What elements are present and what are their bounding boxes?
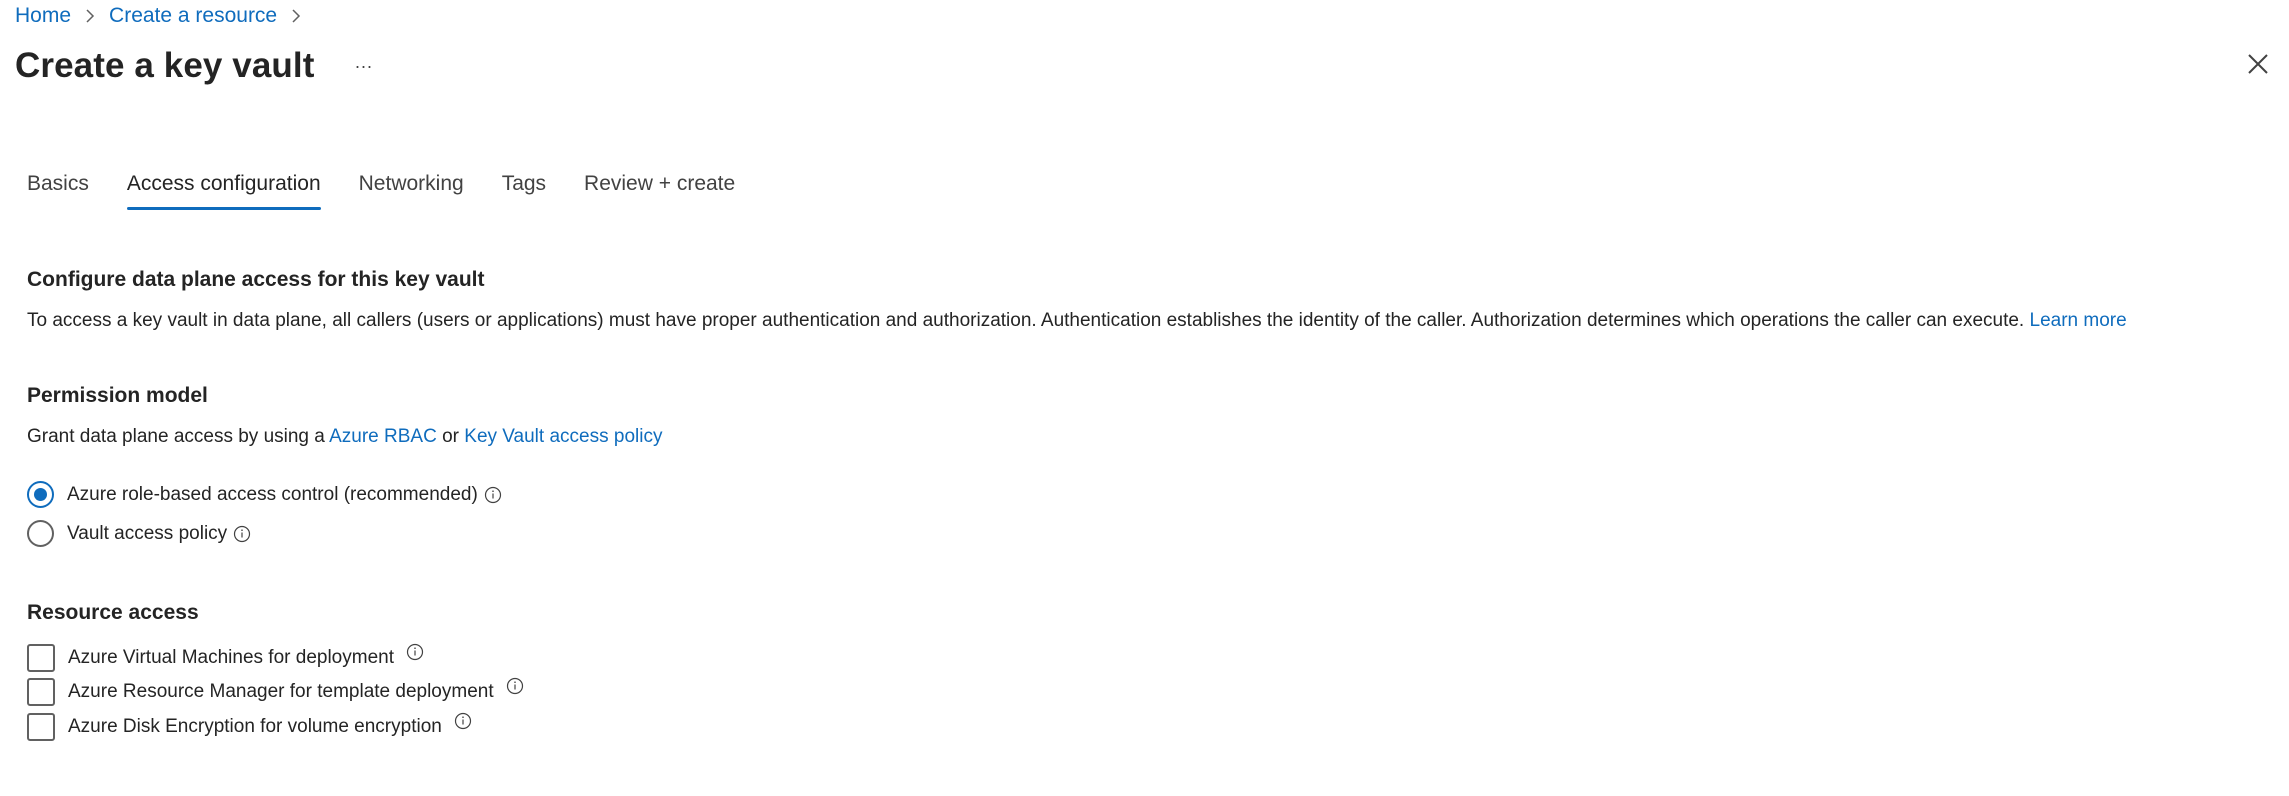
tab-tags[interactable]: Tags (502, 168, 546, 210)
radio-option-vault-access-policy[interactable]: Vault access policy (27, 520, 251, 547)
tab-networking[interactable]: Networking (359, 168, 464, 210)
disk-encryption-label: Azure Disk Encryption for volume encrypt… (68, 716, 442, 737)
rbac-radio[interactable] (27, 481, 54, 508)
data-plane-description-text: To access a key vault in data plane, all… (27, 310, 2025, 331)
vault-access-policy-radio[interactable] (27, 520, 54, 547)
key-vault-access-policy-link[interactable]: Key Vault access policy (464, 426, 662, 447)
virtual-machines-checkbox[interactable] (27, 644, 55, 672)
rbac-radio-label: Azure role-based access control (recomme… (67, 483, 478, 505)
info-icon[interactable] (233, 525, 251, 543)
radio-option-rbac[interactable]: Azure role-based access control (recomme… (27, 481, 502, 508)
or-text: or (442, 426, 459, 447)
info-icon[interactable] (484, 486, 502, 504)
breadcrumb: Home Create a resource (15, 3, 315, 29)
azure-rbac-link[interactable]: Azure RBAC (329, 426, 437, 447)
resource-manager-checkbox[interactable] (27, 678, 55, 706)
grant-prefix-text: Grant data plane access by using a (27, 426, 325, 447)
disk-encryption-checkbox[interactable] (27, 713, 55, 741)
chevron-right-icon (289, 3, 303, 29)
more-options-button[interactable]: ··· (350, 53, 376, 79)
info-icon[interactable] (406, 643, 424, 661)
title-row: Create a key vault ··· (15, 42, 376, 90)
permission-model-description: Grant data plane access by using a Azure… (27, 426, 662, 448)
learn-more-link[interactable]: Learn more (2030, 310, 2127, 331)
checkbox-option-resource-manager[interactable]: Azure Resource Manager for template depl… (27, 677, 524, 706)
virtual-machines-label: Azure Virtual Machines for deployment (68, 647, 394, 668)
close-icon (2248, 54, 2268, 74)
info-icon[interactable] (506, 677, 524, 695)
breadcrumb-create-resource-link[interactable]: Create a resource (109, 4, 277, 28)
permission-model-heading: Permission model (27, 384, 208, 407)
data-plane-heading: Configure data plane access for this key… (27, 268, 485, 291)
resource-manager-label: Azure Resource Manager for template depl… (68, 681, 494, 702)
data-plane-description: To access a key vault in data plane, all… (27, 310, 2127, 332)
tab-basics[interactable]: Basics (27, 168, 89, 210)
chevron-right-icon (83, 3, 97, 29)
breadcrumb-home-link[interactable]: Home (15, 4, 71, 28)
checkbox-option-virtual-machines[interactable]: Azure Virtual Machines for deployment (27, 643, 424, 672)
close-button[interactable] (2245, 51, 2271, 77)
tab-review-create[interactable]: Review + create (584, 168, 735, 210)
tab-list: Basics Access configuration Networking T… (27, 168, 773, 210)
vault-access-policy-label: Vault access policy (67, 522, 228, 544)
page-title: Create a key vault (15, 46, 315, 85)
info-icon[interactable] (454, 712, 472, 730)
resource-access-heading: Resource access (27, 601, 199, 624)
tab-access-configuration[interactable]: Access configuration (126, 168, 321, 210)
checkbox-option-disk-encryption[interactable]: Azure Disk Encryption for volume encrypt… (27, 712, 472, 741)
